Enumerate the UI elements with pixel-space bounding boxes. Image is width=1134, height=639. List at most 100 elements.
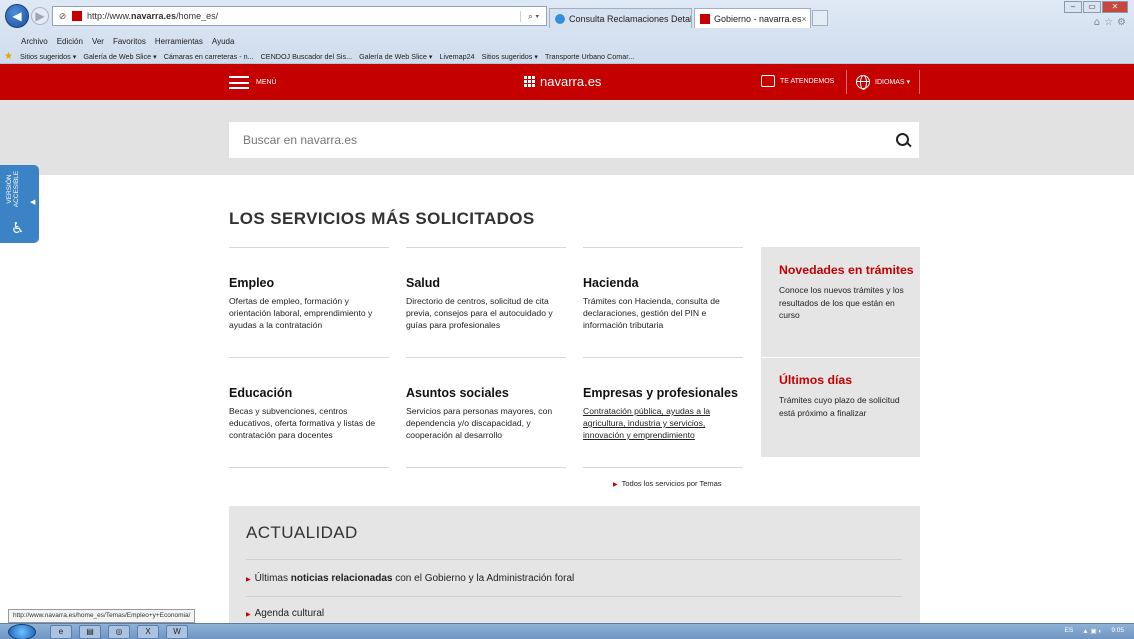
divider	[229, 357, 389, 358]
explorer-taskbar-icon[interactable]: ▤	[79, 625, 101, 639]
ultimos-dias-text: Trámites cuyo plazo de solicitud está pr…	[779, 395, 900, 418]
menu-herramientas[interactable]: Herramientas	[155, 37, 203, 46]
service-card-empresas[interactable]: Empresas y profesionales Contratación pú…	[583, 386, 745, 441]
actualidad-title: ACTUALIDAD	[246, 523, 358, 542]
card-title[interactable]: Salud	[406, 276, 564, 290]
menu-label: MENÚ	[256, 79, 277, 86]
accessibility-icon: ♿	[11, 219, 25, 237]
browser-toolbar: ◀ ▶ ⊘ http://www.navarra.es/home_es/ ⌕ ▾…	[0, 0, 1134, 32]
tab-consulta[interactable]: Consulta Reclamaciones Detalle	[549, 8, 692, 28]
word-taskbar-icon[interactable]: W	[166, 625, 188, 639]
service-card-hacienda[interactable]: Hacienda Trámites con Hacienda, consulta…	[583, 276, 741, 331]
logo-grid-icon	[524, 76, 535, 87]
forward-button[interactable]: ▶	[31, 7, 49, 25]
search-input[interactable]	[229, 122, 889, 158]
globe-icon	[856, 75, 870, 90]
minimize-button[interactable]: –	[1064, 1, 1082, 13]
fav-item[interactable]: Transporte Urbano Comar...	[545, 52, 634, 61]
browser-chrome: ◀ ▶ ⊘ http://www.navarra.es/home_es/ ⌕ ▾…	[0, 0, 1134, 64]
sidebar-divider	[761, 357, 920, 358]
divider	[583, 357, 743, 358]
outlook-taskbar-icon[interactable]: ◎	[108, 625, 130, 639]
menu-edicion[interactable]: Edición	[57, 37, 83, 46]
menu-button[interactable]: MENÚ	[229, 76, 277, 89]
fav-item[interactable]: Livemap24	[439, 52, 474, 61]
home-favorites-settings-icons[interactable]: ⌂☆⚙	[1094, 17, 1130, 28]
novedades-block[interactable]: Novedades en trámites Conoce los nuevos …	[779, 264, 914, 322]
fav-item[interactable]: Galería de Web Slice ▾	[359, 52, 432, 61]
language-indicator[interactable]: ES	[1065, 627, 1074, 635]
fav-item[interactable]: Cámaras en carreteras - n...	[164, 52, 254, 61]
accessible-version-tab[interactable]: VERSIÓN ACCESIBLE ◀ ♿	[0, 165, 39, 243]
clock[interactable]: 9:05	[1111, 627, 1124, 635]
divider	[229, 467, 389, 468]
divider	[583, 467, 743, 468]
site-favicon	[700, 13, 710, 24]
new-tab-button[interactable]	[812, 10, 828, 26]
service-card-empleo[interactable]: Empleo Ofertas de empleo, formación y or…	[229, 276, 387, 331]
app: ◀ ▶ ⊘ http://www.navarra.es/home_es/ ⌕ ▾…	[0, 0, 1134, 639]
search-icon[interactable]	[889, 122, 919, 158]
arrow-right-icon: ▶	[613, 482, 618, 488]
actualidad-section: ACTUALIDAD ▶ Últimas noticias relacionada…	[229, 506, 920, 624]
system-tray: ES ▲ ▣ ◐ 9:05	[1065, 627, 1124, 635]
header-divider	[846, 70, 847, 94]
news-link[interactable]: ▶ Últimas noticias relacionadas con el Go…	[246, 573, 574, 584]
novedades-title[interactable]: Novedades en trámites	[779, 264, 914, 277]
address-bar[interactable]: ⊘ http://www.navarra.es/home_es/ ⌕ ▾	[52, 6, 547, 26]
search-dropdown-icon[interactable]: ⌕ ▾	[520, 10, 546, 22]
ultimos-dias-title[interactable]: Últimos días	[779, 374, 914, 387]
taskbar: e ▤ ◎ X W ES ▲ ▣ ◐ 9:05	[0, 623, 1134, 639]
site-favicon	[72, 11, 82, 21]
back-button[interactable]: ◀	[5, 4, 29, 28]
tab-gobierno[interactable]: Gobierno - navarra.es ×	[694, 8, 811, 28]
divider	[583, 247, 743, 248]
card-title[interactable]: Empresas y profesionales	[583, 386, 745, 400]
excel-taskbar-icon[interactable]: X	[137, 625, 159, 639]
maximize-button[interactable]: ▭	[1083, 1, 1101, 13]
te-atendemos-link[interactable]: TE ATENDEMOS	[761, 75, 834, 87]
fav-item[interactable]: Galería de Web Slice ▾	[83, 52, 156, 61]
service-card-asuntos-sociales[interactable]: Asuntos sociales Servicios para personas…	[406, 386, 564, 441]
ie-taskbar-icon[interactable]: e	[50, 625, 72, 639]
service-card-educacion[interactable]: Educación Becas y subvenciones, centros …	[229, 386, 387, 441]
menu-bar: Archivo Edición Ver Favoritos Herramient…	[0, 35, 234, 47]
card-text: Ofertas de empleo, formación y orientaci…	[229, 296, 373, 330]
menu-ver[interactable]: Ver	[92, 37, 104, 46]
site-header: MENÚ navarra.es TE ATENDEMOS IDIOMAS ▾	[0, 64, 1134, 100]
service-card-salud[interactable]: Salud Directorio de centros, solicitud d…	[406, 276, 564, 331]
menu-archivo[interactable]: Archivo	[21, 37, 48, 46]
card-title[interactable]: Hacienda	[583, 276, 741, 290]
caret-left-icon: ◀	[30, 199, 36, 206]
ultimos-dias-block[interactable]: Últimos días Trámites cuyo plazo de soli…	[779, 374, 914, 419]
accessible-version-label: VERSIÓN ACCESIBLE	[6, 170, 20, 208]
divider	[246, 596, 902, 597]
menu-favoritos[interactable]: Favoritos	[113, 37, 146, 46]
tab-close-icon[interactable]: ×	[802, 14, 807, 24]
address-url[interactable]: http://www.navarra.es/home_es/	[87, 11, 520, 21]
status-bar-url: http://www.navarra.es/home_es/Temas/Empl…	[8, 609, 196, 623]
card-text-link[interactable]: Contratación pública, ayudas a la agricu…	[583, 405, 745, 441]
card-title[interactable]: Asuntos sociales	[406, 386, 564, 400]
window-controls: – ▭ ✕	[1064, 1, 1128, 13]
idiomas-dropdown[interactable]: IDIOMAS ▾	[856, 75, 910, 90]
favorites-star-icon[interactable]: ★	[4, 51, 13, 62]
site-logo[interactable]: navarra.es	[524, 74, 601, 89]
card-title[interactable]: Educación	[229, 386, 387, 400]
compat-icon[interactable]: ⊘	[57, 11, 68, 22]
fav-item[interactable]: CENDOJ Buscador del Sis...	[261, 52, 352, 61]
start-button[interactable]	[8, 624, 36, 639]
card-title[interactable]: Empleo	[229, 276, 387, 290]
menu-ayuda[interactable]: Ayuda	[212, 37, 235, 46]
card-text: Becas y subvenciones, centros educativos…	[229, 406, 376, 440]
all-services-link[interactable]: ▶ Todos los servicios por Temas	[613, 479, 722, 488]
fav-item[interactable]: Sitios sugeridos ▾	[482, 52, 538, 61]
tray-icons[interactable]: ▲ ▣ ◐	[1082, 627, 1102, 635]
card-text: Directorio de centros, solicitud de cita…	[406, 296, 553, 330]
ie-icon	[555, 13, 565, 24]
close-window-button[interactable]: ✕	[1102, 1, 1128, 13]
agenda-cultural-link[interactable]: ▶ Agenda cultural	[246, 608, 324, 619]
divider	[406, 247, 566, 248]
fav-item[interactable]: Sitios sugeridos ▾	[20, 52, 76, 61]
tab-title: Gobierno - navarra.es	[714, 13, 802, 24]
